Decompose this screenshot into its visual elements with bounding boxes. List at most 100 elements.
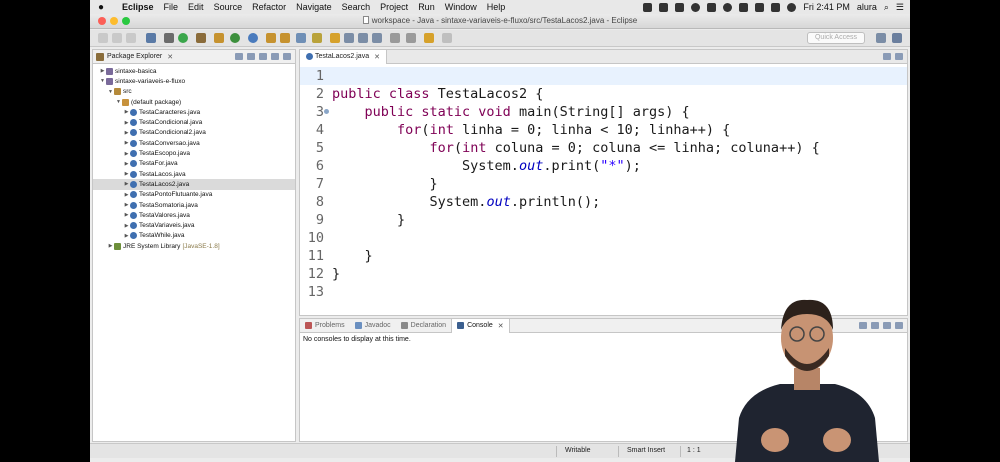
minimize-icon[interactable] [883,53,891,60]
new-java-project-icon[interactable] [214,33,224,43]
menu-app-eclipse[interactable]: Eclipse [122,2,154,12]
tree-item[interactable]: ▶ TestaValores.java [93,210,295,220]
expanded-arrow-icon[interactable]: ▼ [99,78,106,84]
new-java-package-icon[interactable] [230,33,240,43]
code-line[interactable]: 3 public static void main(String[] args)… [300,103,907,121]
package-explorer-tab[interactable]: Package Explorer ✕ [93,50,295,64]
maximize-icon[interactable] [283,53,291,60]
code-line[interactable]: 9 } [300,211,907,229]
status-app-icon-2[interactable] [659,2,669,12]
debug-icon[interactable] [164,33,174,43]
clock[interactable]: Fri 2:41 PM [803,2,850,12]
expanded-arrow-icon[interactable]: ▼ [115,99,122,105]
code-line[interactable]: 12} [300,265,907,283]
collapsed-arrow-icon[interactable]: ▶ [123,130,130,136]
save-all-icon[interactable] [126,33,136,43]
bluetooth-icon[interactable] [755,2,765,12]
tree-item[interactable]: ▼ sintaxe-variaveis-e-fluxo [93,76,295,86]
collapsed-arrow-icon[interactable]: ▶ [123,120,130,126]
collapsed-arrow-icon[interactable]: ▶ [123,171,130,177]
collapsed-arrow-icon[interactable]: ▶ [123,202,130,208]
menu-edit[interactable]: Edit [188,2,204,12]
collapsed-arrow-icon[interactable]: ▶ [123,161,130,167]
save-icon[interactable] [112,33,122,43]
dropbox-icon[interactable] [707,2,717,12]
java-perspective-icon[interactable] [892,33,902,43]
menu-search[interactable]: Search [342,2,371,12]
menu-file[interactable]: File [164,2,179,12]
tree-item[interactable]: ▶ TestaLacos.java [93,169,295,179]
code-line[interactable]: 8 System.out.println(); [300,193,907,211]
annotation-icon[interactable] [312,33,322,43]
new-icon[interactable] [98,33,108,43]
fold-marker-icon[interactable] [324,109,329,114]
view-menu-icon[interactable] [259,53,267,60]
expanded-arrow-icon[interactable]: ▼ [107,89,114,95]
user-name[interactable]: alura [857,2,877,12]
volume-icon[interactable] [771,2,781,12]
maximize-icon[interactable] [895,322,903,329]
word-wrap-icon[interactable] [372,33,382,43]
apple-icon[interactable]: ● [98,2,112,13]
back-icon[interactable] [424,33,434,43]
tree-item[interactable]: ▶ TestaConversao.java [93,138,295,148]
code-line[interactable]: 4 for(int linha = 0; linha < 10; linha++… [300,121,907,139]
code-line[interactable]: 7 } [300,175,907,193]
notification-center-icon[interactable]: ☰ [896,2,904,13]
collapsed-arrow-icon[interactable]: ▶ [123,140,130,146]
spotlight-icon[interactable]: ⌕ [884,2,889,13]
code-line[interactable]: 2 public class TestaLacos2 { [300,85,907,103]
tree-item[interactable]: ▶ TestaCondicional2.java [93,128,295,138]
menu-navigate[interactable]: Navigate [296,2,332,12]
show-whitespace-icon[interactable] [358,33,368,43]
menu-project[interactable]: Project [380,2,408,12]
close-icon[interactable]: ✕ [498,322,504,330]
collapsed-arrow-icon[interactable]: ▶ [123,233,130,239]
collapsed-arrow-icon[interactable]: ▶ [107,243,114,249]
open-task-icon[interactable] [280,33,290,43]
screen-recorder-icon[interactable] [675,2,685,12]
code-line[interactable]: 1 [300,67,907,85]
code-line[interactable]: 10 [300,229,907,247]
status-app-icon[interactable] [643,2,653,12]
code-line[interactable]: 5 for(int coluna = 0; coluna <= linha; c… [300,139,907,157]
tree-item[interactable]: ▶ sintaxe-basica [93,66,295,76]
tree-item[interactable]: ▶ TestaSomatoria.java [93,200,295,210]
tree-item[interactable]: ▶ TestaEscopo.java [93,148,295,158]
tab-javadoc[interactable]: Javadoc [350,319,396,333]
tree-item[interactable]: ▼ src [93,87,295,97]
tab-declaration[interactable]: Declaration [396,319,451,333]
forward-icon[interactable] [442,33,452,43]
open-perspective-icon[interactable] [876,33,886,43]
menu-help[interactable]: Help [487,2,506,12]
quick-access-input[interactable]: Quick Access [807,32,865,44]
tree-item[interactable]: ▶ TestaWhile.java [93,231,295,241]
tree-item[interactable]: ▶ JRE System Library [JavaSE-1.8] [93,241,295,251]
menu-window[interactable]: Window [445,2,477,12]
open-type-icon[interactable] [266,33,276,43]
menu-run[interactable]: Run [418,2,435,12]
toggle-mark-occurrences-icon[interactable] [330,33,340,43]
tree-item[interactable]: ▶ TestaCondicional.java [93,117,295,127]
time-machine-icon[interactable] [739,2,749,12]
tab-problems[interactable]: Problems [300,319,350,333]
collapsed-arrow-icon[interactable]: ▶ [123,212,130,218]
code-line[interactable]: 6 System.out.print("*"); [300,157,907,175]
menu-refactor[interactable]: Refactor [252,2,286,12]
collapsed-arrow-icon[interactable]: ▶ [123,109,130,115]
collapsed-arrow-icon[interactable]: ▶ [123,192,130,198]
skip-breakpoints-icon[interactable] [146,33,156,43]
collapsed-arrow-icon[interactable]: ▶ [99,68,106,74]
wifi-icon[interactable] [787,2,797,12]
block-selection-icon[interactable] [344,33,354,43]
collapsed-arrow-icon[interactable]: ▶ [123,181,130,187]
tree-item[interactable]: ▶ TestaPontoFlutuante.java [93,190,295,200]
link-with-editor-icon[interactable] [247,53,255,60]
collapsed-arrow-icon[interactable]: ▶ [123,151,130,157]
menu-source[interactable]: Source [214,2,243,12]
editor-tab-testalacos2[interactable]: TestaLacos2.java ✕ [300,49,387,64]
tab-console[interactable]: Console ✕ [451,318,510,333]
next-annotation-icon[interactable] [390,33,400,43]
new-java-class-icon[interactable] [248,33,258,43]
tree-item[interactable]: ▼ (default package) [93,97,295,107]
